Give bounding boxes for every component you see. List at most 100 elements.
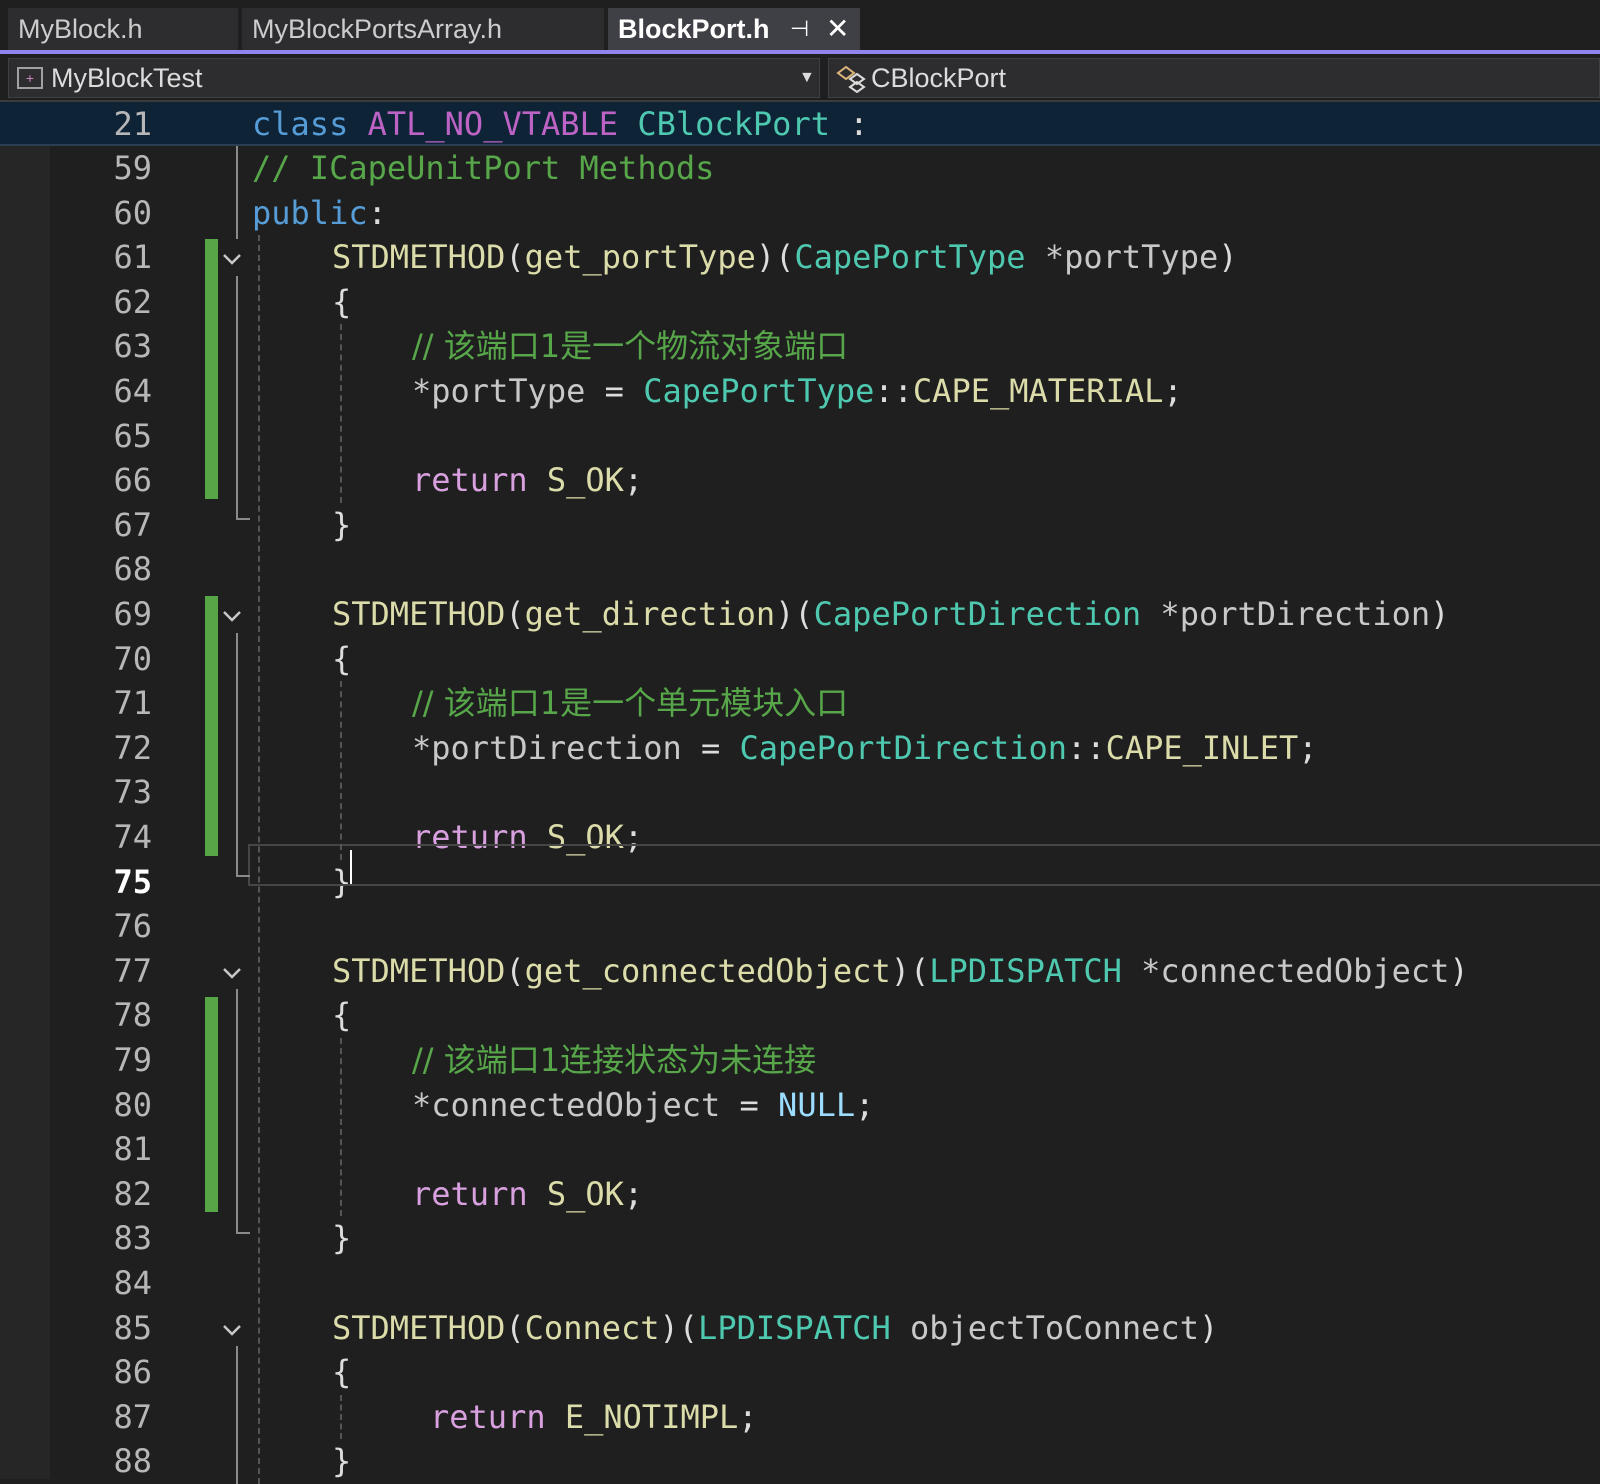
code-punct: )( [890,951,930,990]
code-line[interactable]: *portDirection = CapePortDirection::CAPE… [412,726,1317,770]
fold-outline [236,1346,238,1484]
code-line[interactable]: { [332,993,351,1037]
tab-myblock-h[interactable]: MyBlock.h [8,8,238,50]
code-line[interactable]: } [332,1439,351,1483]
code-line[interactable]: STDMETHOD(Connect)(LPDISPATCH objectToCo… [332,1306,1218,1350]
code-macro: STDMETHOD [332,238,506,277]
line-number: 63 [113,327,152,366]
line-number: 81 [113,1130,152,1169]
code-line[interactable]: public: [252,191,387,235]
line-number: 88 [113,1442,152,1481]
chevron-down-icon[interactable] [220,592,244,636]
code-punct: ( [505,951,525,990]
code-function: Connect [524,1308,660,1347]
fold-outline [236,989,238,1232]
code-line[interactable]: return S_OK; [412,458,643,502]
code-line[interactable]: STDMETHOD(get_portType)(CapePortType *po… [332,235,1237,279]
code-function: get_portType [524,238,756,277]
line-number: 80 [113,1085,152,1124]
tab-blockport-h[interactable]: BlockPort.h ⊣ ✕ [608,8,860,50]
line-number: 62 [113,282,152,321]
line-number: 77 [113,951,152,990]
code-line[interactable]: { [332,1350,351,1394]
scope-name: CBlockPort [871,63,1007,93]
line-number: 72 [113,728,152,767]
left-margin [0,146,50,1479]
code-type: LPDISPATCH [698,1308,891,1347]
line-number: 61 [113,238,152,277]
pin-icon[interactable]: ⊣ [790,8,809,50]
close-icon[interactable]: ✕ [826,8,849,50]
project-dropdown[interactable]: + MyBlockTest ▼ [8,58,820,98]
change-indicator [205,997,218,1213]
code-line[interactable]: // 该端口1是一个单元模块入口 [412,681,848,725]
fold-outline [236,275,238,519]
scope-dropdown[interactable]: CBlockPort [828,58,1600,98]
project-icon: + [17,67,43,89]
code-line[interactable]: // 该端口1是一个物流对象端口 [412,324,848,368]
line-number: 84 [113,1264,152,1302]
code-punct: ) [1218,238,1238,277]
code-macro: STDMETHOD [332,1308,506,1347]
indent-guide [340,1038,342,1217]
line-number: 82 [113,1174,152,1213]
code-punct: )( [775,595,814,633]
code-line[interactable]: STDMETHOD(get_direction)(CapePortDirecti… [332,592,1449,636]
code-variable: *connectedObject [412,1085,721,1124]
code-type: CapePortDirection [813,595,1142,633]
indent-guide [340,324,342,503]
code-constant: NULL [778,1085,856,1124]
code-brace: { [332,1353,352,1392]
code-line[interactable]: } [332,503,351,547]
code-line[interactable]: { [332,637,351,681]
sticky-scroll-header[interactable]: 21 class ATL_NO_VTABLE CBlockPort : [0,102,1600,146]
code-line[interactable]: { [332,280,351,324]
code-constant: S_OK [546,461,624,500]
code-type: CapePortType [643,372,875,410]
fold-outline-end [236,875,250,878]
line-number: 73 [113,773,152,812]
chevron-down-icon[interactable] [220,949,244,993]
code-line[interactable]: // 该端口1连接状态为未连接 [412,1038,816,1082]
line-number: 65 [113,416,152,455]
code-line[interactable]: *connectedObject = NULL; [412,1083,874,1127]
code-line[interactable]: return S_OK; [412,1172,643,1216]
line-number: 68 [113,550,152,589]
code-line[interactable]: } [332,1216,351,1260]
code-brace: } [332,1442,352,1481]
code-variable: *portType [412,372,586,410]
chevron-down-icon[interactable] [220,235,244,279]
line-number: 74 [113,818,152,856]
line-number: 21 [113,105,152,143]
code-parameter: *connectedObject [1141,951,1450,990]
line-number: 71 [113,684,152,723]
code-editor[interactable]: 21 class ATL_NO_VTABLE CBlockPort : 59 60… [0,102,1600,1484]
code-macro: STDMETHOD [332,951,506,990]
code-punct: ; [623,1174,644,1213]
line-number: 69 [113,595,152,633]
code-brace: { [332,639,352,678]
code-comment: // 该端口1连接状态为未连接 [412,1041,817,1079]
line-number: 67 [113,505,152,544]
tab-myblockportsarray-h[interactable]: MyBlockPortsArray.h [242,8,604,50]
line-number: 70 [113,639,152,678]
code-brace: { [332,996,352,1035]
change-indicator [205,239,218,499]
code-line[interactable]: return E_NOTIMPL; [430,1395,758,1439]
code-line[interactable]: // ICapeUnitPort Methods [252,146,714,190]
code-line[interactable]: *portType = CapePortType::CAPE_MATERIAL; [412,369,1183,413]
code-punct: ( [505,238,525,277]
line-number: 66 [113,461,152,500]
code-type: LPDISPATCH [929,951,1122,990]
line-number: 78 [113,996,152,1035]
code-keyword: return [412,461,528,500]
change-indicator [205,596,218,856]
chevron-down-icon[interactable] [220,1306,244,1350]
text-caret [350,850,352,884]
line-number: 60 [113,193,152,232]
code-punct: : [367,193,387,232]
code-line[interactable]: STDMETHOD(get_connectedObject)(LPDISPATC… [332,949,1469,993]
code-enum-member: CAPE_INLET [1105,728,1299,767]
